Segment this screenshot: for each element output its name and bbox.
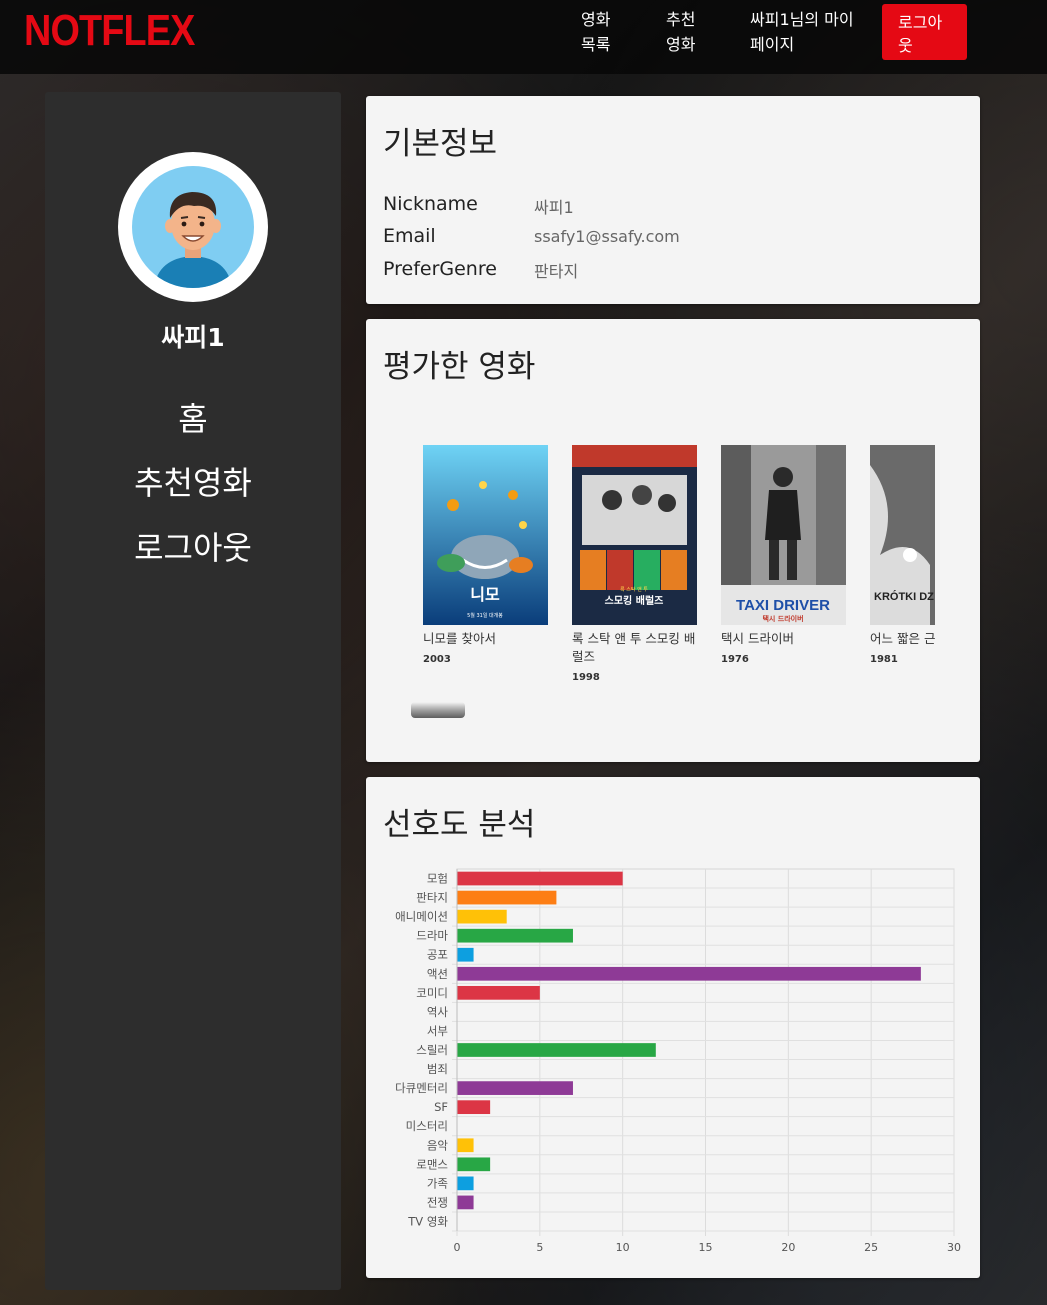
movie-poster[interactable]: KRÓTKI DZ <box>870 445 935 625</box>
movie-poster[interactable]: 스모킹 배럴즈 록 스탁 앤 투 <box>572 445 697 625</box>
chart-bar <box>457 1138 474 1153</box>
movie-title: 록 스탁 앤 투 스모킹 배럴즈 <box>572 631 696 664</box>
chart-category-label: 가족 <box>427 1176 448 1190</box>
poster-subtext: 택시 드라이버 <box>762 614 803 623</box>
chart-x-tick-label: 20 <box>781 1241 795 1254</box>
chart-category-label: 판타지 <box>416 891 448 905</box>
chart-bar <box>457 1195 474 1210</box>
nav-link-label: 목록 <box>581 35 611 54</box>
chart-bar <box>457 909 507 924</box>
sidebar-username: 싸피1 <box>161 323 225 352</box>
chart-category-label: 드라마 <box>416 929 448 943</box>
chart-bar <box>457 1043 656 1057</box>
movie-title: 택시 드라이버 <box>721 631 794 646</box>
movie-card[interactable]: 니모 5월 31일 대개봉 니모를 찾아서 2003 <box>423 445 548 665</box>
prefer-genre-value: 판타지 <box>534 262 579 281</box>
chart-category-label: 전쟁 <box>427 1195 448 1209</box>
movie-card[interactable]: KRÓTKI DZ 어느 짧은 근 1981 <box>870 445 935 665</box>
sidebar-item-home[interactable]: 홈 <box>45 394 341 440</box>
chart-category-label: 애니메이션 <box>395 910 448 924</box>
poster-subtext: 록 스탁 앤 투 <box>620 586 648 593</box>
nickname-value: 싸피1 <box>534 198 574 217</box>
chart-bar <box>457 985 540 1000</box>
nav-link-label: 싸피1님의 마이 <box>750 10 854 29</box>
chart-category-label: 미스터리 <box>406 1119 448 1133</box>
nav-link-label: 영화 <box>581 10 611 29</box>
profile-card: 기본정보 Nickname 싸피1 Email ssafy1@ssafy.com… <box>366 96 980 304</box>
chart-bar <box>457 890 557 905</box>
chart-bar <box>457 928 573 943</box>
chart-category-label: 코미디 <box>416 986 448 1000</box>
chart-category-label: SF <box>434 1100 448 1114</box>
poster-text: TAXI DRIVER <box>736 597 830 614</box>
rated-movies-card: 평가한 영화 니모 5월 31일 대개봉 니모를 찾아서 2003 스모킹 배럴… <box>366 319 980 762</box>
prefer-genre-label: PreferGenre <box>383 258 497 280</box>
movie-title: 어느 짧은 근 <box>870 631 935 646</box>
nav-link-label: 추천 <box>666 10 696 29</box>
poster-subtext: 5월 31일 대개봉 <box>467 612 503 619</box>
nav-link-label: 페이지 <box>750 35 795 54</box>
chart-bar <box>457 1081 573 1095</box>
chart-category-label: 서부 <box>427 1024 448 1038</box>
movie-card[interactable]: TAXI DRIVER 택시 드라이버 택시 드라이버 1976 <box>721 445 846 665</box>
chart-category-label: 모험 <box>427 872 448 886</box>
top-navbar: NOTFLEX 영화 목록 추천 영화 싸피1님의 마이 페이지 로그아 웃 <box>0 0 1047 74</box>
movie-card[interactable]: 스모킹 배럴즈 록 스탁 앤 투 록 스탁 앤 투 스모킹 배럴즈 1998 <box>572 445 697 683</box>
chart-category-label: 다큐멘터리 <box>395 1081 448 1095</box>
chart-category-label: 로맨스 <box>416 1157 448 1171</box>
nav-link-label: 영화 <box>666 35 696 54</box>
chart-x-tick-label: 30 <box>947 1241 961 1254</box>
avatar-illustration <box>132 166 254 288</box>
chart-category-label: 역사 <box>427 1005 449 1019</box>
chart-category-label: 음악 <box>427 1138 449 1152</box>
sidebar-item-logout[interactable]: 로그아웃 <box>45 523 341 569</box>
chart-bar <box>457 947 474 962</box>
chart-x-tick-label: 10 <box>616 1241 630 1254</box>
poster-text: 니모 <box>470 585 500 604</box>
movie-year: 1998 <box>572 672 600 683</box>
movie-carousel[interactable]: 니모 5월 31일 대개봉 니모를 찾아서 2003 스모킹 배럴즈 록 스탁 … <box>423 319 935 762</box>
movie-year: 2003 <box>423 654 451 665</box>
chart-bar <box>457 1176 474 1191</box>
nav-link-mypage[interactable]: 싸피1님의 마이 페이지 <box>750 7 854 57</box>
avatar <box>118 152 268 302</box>
sidebar-item-recommend[interactable]: 추천영화 <box>45 458 341 504</box>
movie-poster[interactable]: 니모 5월 31일 대개봉 <box>423 445 548 625</box>
movie-year: 1981 <box>870 654 898 665</box>
movie-year: 1976 <box>721 654 749 665</box>
poster-text: 스모킹 배럴즈 <box>605 594 664 607</box>
logout-button[interactable]: 로그아 웃 <box>882 4 967 60</box>
chart-bar <box>457 1100 491 1115</box>
chart-bar <box>457 871 623 886</box>
carousel-scrollbar-thumb[interactable] <box>411 702 465 718</box>
nickname-label: Nickname <box>383 193 478 215</box>
profile-card-title: 기본정보 <box>383 126 498 162</box>
chart-category-label: 범죄 <box>427 1062 448 1076</box>
logout-button-label: 로그아 <box>898 13 943 32</box>
chart-x-tick-label: 5 <box>536 1241 543 1254</box>
avatar-image <box>132 166 254 288</box>
sidebar: 싸피1 홈 추천영화 로그아웃 <box>45 92 341 1290</box>
chart-x-tick-label: 25 <box>864 1241 878 1254</box>
nav-link-movie-list[interactable]: 영화 목록 <box>581 7 610 57</box>
movie-poster[interactable]: TAXI DRIVER 택시 드라이버 <box>721 445 846 625</box>
movie-title: 니모를 찾아서 <box>423 631 496 646</box>
logout-button-label: 웃 <box>898 36 913 55</box>
email-label: Email <box>383 225 436 247</box>
email-value: ssafy1@ssafy.com <box>534 227 680 246</box>
chart-x-tick-label: 0 <box>454 1241 461 1254</box>
chart-x-tick-label: 15 <box>699 1241 713 1254</box>
chart-category-label: 스릴러 <box>416 1043 448 1057</box>
chart-category-label: TV 영화 <box>407 1214 448 1228</box>
chart-bar <box>457 966 921 981</box>
poster-text: KRÓTKI DZ <box>874 590 934 603</box>
notflex-logo[interactable]: NOTFLEX <box>24 6 195 56</box>
nav-link-recommend[interactable]: 추천 영화 <box>666 7 695 57</box>
chart-category-label: 액션 <box>427 967 448 981</box>
genre-bar-chart: 0 5 10 15 20 25 30 모험판타지애니메이션드라마공포액션코미디역사서부스릴러범… <box>395 868 961 1254</box>
chart-bar <box>457 1157 491 1172</box>
preference-analysis-card: 선호도 분석 0 5 10 15 20 25 30 모험 판타지 애니메이션 드라마 공포 액션 코미디 역… <box>366 777 980 1278</box>
chart-category-label: 공포 <box>427 948 448 962</box>
